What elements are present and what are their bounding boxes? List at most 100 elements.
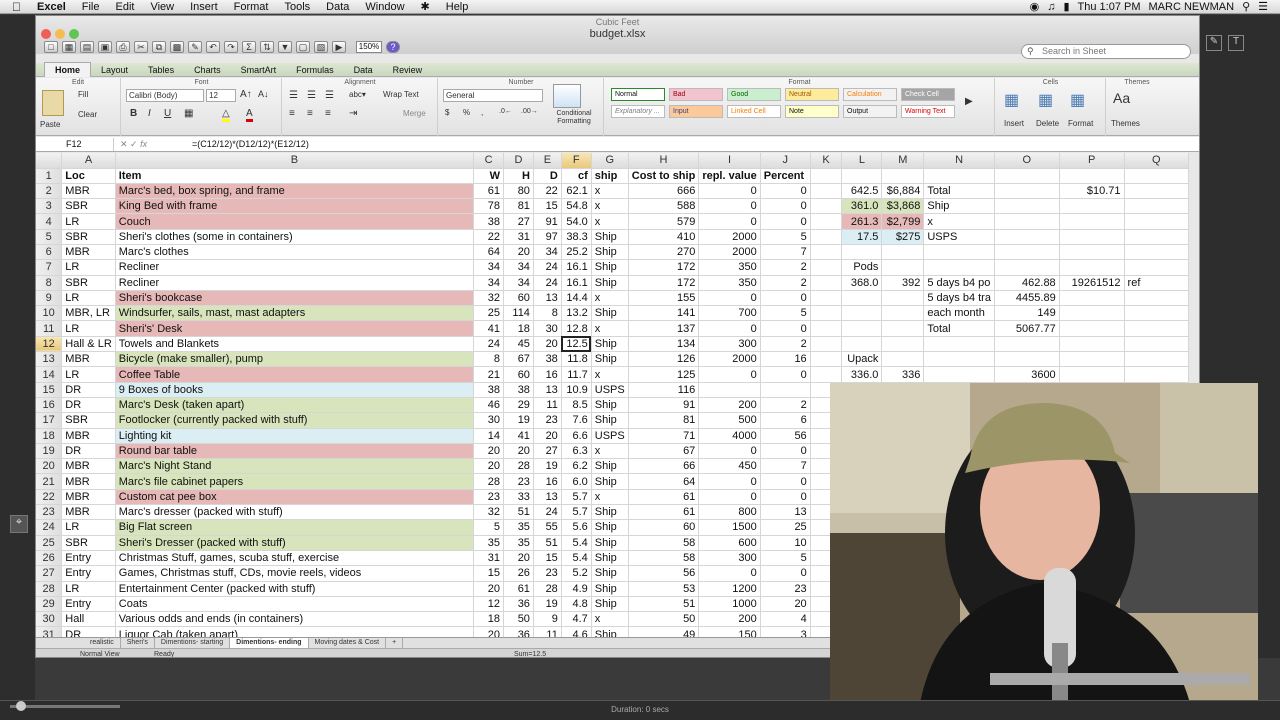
cell[interactable]: LR	[61, 259, 116, 276]
decrease-decimal-icon[interactable]: .00→	[521, 108, 538, 115]
clear-button[interactable]: Clear	[78, 110, 97, 119]
cell[interactable]: 11.7	[561, 366, 592, 383]
cell[interactable]: 5.6	[561, 519, 592, 536]
save-icon[interactable]: ▣	[98, 40, 112, 53]
cell[interactable]: 50	[628, 611, 700, 628]
underline-icon[interactable]: U	[164, 108, 171, 119]
cell[interactable]	[1124, 259, 1189, 276]
cell[interactable]: x	[591, 611, 629, 628]
cell[interactable]: 28	[503, 458, 534, 475]
cell[interactable]: 11.8	[561, 351, 592, 368]
cell[interactable]: SBR	[61, 412, 116, 429]
row-header[interactable]: 22	[36, 489, 63, 506]
cell[interactable]: 5	[760, 229, 811, 245]
menu-window[interactable]: Window	[357, 0, 412, 14]
cell[interactable]: 1000	[698, 596, 761, 613]
cell[interactable]	[841, 305, 883, 322]
cell[interactable]: 34	[503, 259, 534, 276]
cell[interactable]: 10	[760, 535, 811, 551]
cell[interactable]: LR	[61, 213, 116, 230]
cell[interactable]: 4	[760, 611, 811, 628]
cell[interactable]: 126	[628, 351, 700, 368]
cell[interactable]: D	[533, 168, 562, 184]
cell[interactable]: 13	[533, 290, 562, 307]
cell[interactable]: 33	[503, 489, 534, 506]
cell[interactable]	[881, 320, 925, 337]
cell[interactable]: 38	[503, 382, 534, 398]
insert-cells-button[interactable]: Insert	[1004, 119, 1024, 128]
list-icon[interactable]: ☰	[1258, 0, 1268, 13]
cell[interactable]	[994, 183, 1060, 200]
cell[interactable]: 12	[473, 596, 505, 613]
align-bottom-icon[interactable]: ☰	[325, 90, 334, 101]
cell[interactable]: 6	[760, 412, 811, 429]
cell[interactable]: 35	[503, 535, 534, 551]
insert-cells-icon[interactable]: ▦	[1004, 90, 1019, 110]
cell[interactable]	[881, 351, 925, 368]
battery-icon[interactable]: ▮	[1063, 0, 1069, 13]
row-header[interactable]: 25	[36, 535, 63, 551]
cell[interactable]: 60	[503, 290, 534, 307]
cell[interactable]: 23	[503, 473, 534, 490]
cell[interactable]: 361.0	[841, 198, 883, 215]
cell[interactable]: $10.71	[1059, 183, 1125, 200]
cell[interactable]	[1124, 351, 1189, 368]
text-icon[interactable]: T	[1228, 35, 1244, 51]
cell[interactable]: 172	[628, 259, 700, 276]
sum-readout[interactable]: Sum=12.5	[514, 651, 594, 658]
cell[interactable]: 350	[698, 259, 761, 276]
cell[interactable]: 80	[503, 183, 534, 200]
cell[interactable]	[994, 351, 1060, 368]
cell[interactable]: LR	[61, 290, 116, 307]
align-center-icon[interactable]: ≡	[307, 108, 313, 119]
cell[interactable]: 53	[628, 581, 700, 597]
view-mode[interactable]: Normal View	[80, 651, 154, 658]
cell[interactable]: x	[591, 366, 629, 383]
cell[interactable]: 6.2	[561, 458, 592, 475]
cell[interactable]: 0	[698, 290, 761, 307]
cell[interactable]: 35	[503, 519, 534, 536]
cell[interactable]: DR	[61, 626, 116, 637]
cell[interactable]	[994, 259, 1060, 276]
cell[interactable]: Lighting kit	[115, 428, 475, 444]
indent-icon[interactable]: ⇥	[349, 108, 357, 119]
copy-icon[interactable]: ⧉	[152, 40, 166, 53]
cell[interactable]: Ship	[591, 550, 629, 567]
cell[interactable]: 200	[698, 397, 761, 414]
cell[interactable]: 20	[473, 626, 505, 637]
cell[interactable]: 19	[503, 412, 534, 429]
cell[interactable]: 336	[881, 366, 925, 383]
cell[interactable]: Games, Christmas stuff, CDs, movie reels…	[115, 565, 475, 582]
cell[interactable]: 61	[473, 183, 505, 200]
edit-icon[interactable]: ✎	[1206, 35, 1222, 51]
format-painter-icon[interactable]: ✎	[188, 40, 202, 53]
redo-icon[interactable]: ↷	[224, 40, 238, 53]
row-header[interactable]: 23	[36, 504, 63, 521]
row-header[interactable]: 13	[36, 351, 63, 368]
cell[interactable]: 38	[473, 213, 505, 230]
sheet-tab-sheris[interactable]: Sheri's	[121, 638, 155, 648]
cell[interactable]	[810, 290, 843, 307]
increase-decimal-icon[interactable]: .0←	[499, 108, 512, 115]
row-header[interactable]: 17	[36, 412, 63, 429]
cell[interactable]: 51	[503, 504, 534, 521]
cell[interactable]: MBR	[61, 183, 116, 200]
cell[interactable]: Ship	[591, 412, 629, 429]
cell[interactable]: Ship	[591, 581, 629, 597]
row-header[interactable]: 12	[36, 336, 63, 353]
row-header[interactable]: 29	[36, 596, 63, 613]
cell[interactable]: 0	[760, 320, 811, 337]
cell[interactable]: $3,868	[881, 198, 925, 215]
row-header[interactable]: 30	[36, 611, 63, 628]
cell[interactable]: 642.5	[841, 183, 883, 200]
style-output[interactable]: Output	[843, 105, 897, 118]
font-name-select[interactable]: Calibri (Body)	[126, 89, 204, 102]
cell[interactable]	[923, 351, 995, 368]
row-header[interactable]: 9	[36, 290, 63, 307]
tab-formulas[interactable]: Formulas	[286, 63, 344, 77]
menu-insert[interactable]: Insert	[182, 0, 226, 14]
tab-home[interactable]: Home	[44, 62, 92, 77]
cell[interactable]	[1124, 229, 1189, 245]
cell[interactable]: 7	[760, 458, 811, 475]
merge-button[interactable]: Merge	[403, 109, 426, 118]
